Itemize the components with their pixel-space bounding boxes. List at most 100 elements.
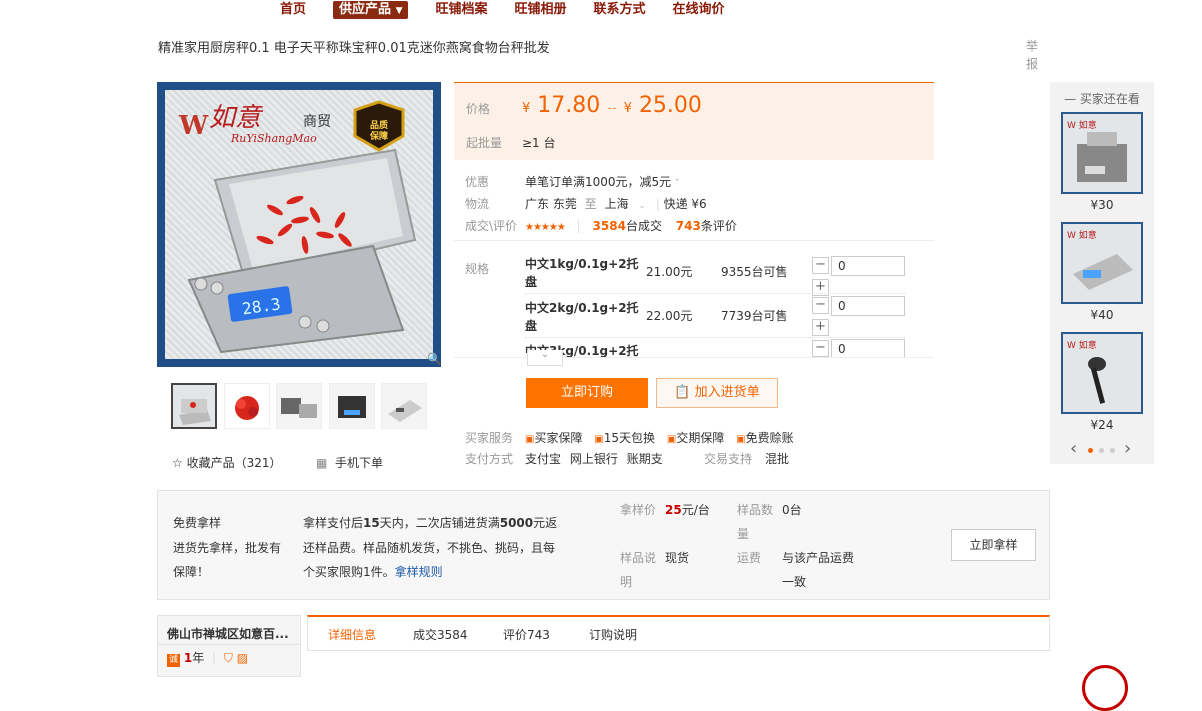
- recommend-price: ¥30: [1090, 198, 1114, 212]
- rule-text: 个买家限购1件。: [303, 565, 395, 579]
- spec-divider: [525, 337, 905, 338]
- recommend-item-3[interactable]: W 如意: [1061, 332, 1143, 414]
- pay-item: 账期支付: [626, 452, 663, 466]
- service-item[interactable]: 免费赊账: [746, 431, 794, 445]
- zoom-icon[interactable]: 🔍: [427, 352, 442, 366]
- add-to-cart-button[interactable]: 📋 加入进货单: [656, 378, 778, 408]
- nav-products[interactable]: 供应产品 ▼: [333, 1, 409, 19]
- tab-order-info[interactable]: 订购说明: [589, 626, 637, 643]
- prev-arrow[interactable]: ‹: [1070, 438, 1077, 459]
- sample-price: 25元/台: [665, 501, 710, 518]
- credit-icon: ▣: [736, 434, 746, 445]
- report-link[interactable]: 举报: [1026, 37, 1040, 73]
- nav-inquiry[interactable]: 在线询价: [673, 0, 725, 20]
- qty-minus-button[interactable]: −: [812, 257, 829, 274]
- qty-minus-button[interactable]: −: [812, 297, 829, 314]
- qty-plus-button[interactable]: +: [812, 319, 829, 336]
- svg-text:W 如意: W 如意: [1067, 119, 1097, 131]
- qty-input[interactable]: 0: [831, 339, 905, 357]
- carousel-dot[interactable]: [1099, 448, 1104, 453]
- service-item[interactable]: 买家保障: [534, 431, 582, 445]
- service-item[interactable]: 交期保障: [676, 431, 724, 445]
- verified-icon: ▨: [236, 651, 249, 665]
- rule-text: 元返: [533, 516, 558, 530]
- pay-label: 支付方式: [465, 452, 514, 466]
- delivery-icon: ▣: [666, 434, 677, 445]
- shop-card: 佛山市禅城区如意百... 诚 1年 | ⛉ ▨: [157, 615, 301, 677]
- thumb-4[interactable]: [329, 383, 375, 429]
- service-item[interactable]: 15天包换: [604, 431, 655, 445]
- chevron-down-icon: ⌄: [540, 349, 550, 360]
- deal-label: 成交\评价: [465, 219, 518, 233]
- divider: [158, 644, 300, 645]
- star-outline-icon: ☆: [172, 456, 183, 470]
- carousel-dot[interactable]: [1088, 448, 1093, 453]
- thumb-3[interactable]: [276, 383, 322, 429]
- buyer-service-list: ▣买家保障 ▣15天包换 ▣交期保障 ▣免费赊账: [525, 429, 794, 446]
- sample-rule-2: 还样品费。样品随机发货，不挑色、挑码，且每: [303, 541, 556, 555]
- tab-deals[interactable]: 成交3584: [413, 626, 468, 643]
- mobile-order-label: 手机下单: [334, 456, 383, 470]
- thumb-4-image: [330, 384, 374, 428]
- exchange-icon: ▣: [594, 434, 604, 445]
- spec-row-3: 中文3kg/0.1g+2托 − 0: [525, 339, 920, 357]
- recommend-item-2[interactable]: W 如意: [1061, 222, 1143, 304]
- svg-text:保障: 保障: [369, 130, 388, 142]
- deals-suffix: 台成交: [625, 219, 662, 233]
- chevron-down-icon: ˇ: [675, 179, 680, 189]
- next-arrow[interactable]: ›: [1124, 438, 1131, 459]
- rule-text: 拿样支付后: [303, 516, 364, 530]
- currency-symbol-2: ¥: [623, 101, 632, 116]
- thumb-1[interactable]: [171, 383, 217, 429]
- nav-archive[interactable]: 旺铺档案: [435, 0, 487, 20]
- sample-freight-value: 与该产品运费: [782, 551, 855, 565]
- reviews-count[interactable]: 743: [676, 219, 701, 233]
- shop-name[interactable]: 佛山市禅城区如意百...: [167, 625, 289, 642]
- thumb-5[interactable]: [381, 383, 427, 429]
- recommend-item-1[interactable]: W 如意: [1061, 112, 1143, 194]
- nav-album[interactable]: 旺铺相册: [515, 0, 567, 20]
- deals-count[interactable]: 3584: [593, 219, 626, 233]
- guarantee-icon: ⛉: [223, 651, 233, 665]
- nav-products-label: 供应产品: [339, 2, 392, 17]
- recommend-price: ¥24: [1090, 418, 1114, 432]
- clipboard-icon: 📋: [674, 385, 691, 400]
- qty-minus-button[interactable]: −: [812, 340, 829, 357]
- tab-reviews[interactable]: 评价743: [503, 626, 550, 643]
- divider: [454, 240, 934, 241]
- sidebar-header-label: 买家还在看: [1079, 92, 1140, 106]
- shop-years-unit: 年: [192, 651, 205, 665]
- mobile-order-button[interactable]: ▦ 手机下单: [316, 454, 383, 471]
- favorite-button[interactable]: ☆ 收藏产品（321）: [172, 454, 282, 471]
- sample-qty-label: 样品数: [737, 503, 774, 517]
- nav-home[interactable]: 首页: [280, 0, 306, 20]
- spec-name: 中文2kg/0.1g+2托盘: [525, 301, 639, 333]
- pay-item: 网上银行: [569, 452, 618, 466]
- spec-stock: 9355台可售: [721, 265, 788, 279]
- tp-icon: 诚: [167, 654, 180, 667]
- product-title: 精准家用厨房秤0.1 电子天平称珠宝秤0.01克迷你燕窝食物台秤批发: [158, 41, 550, 56]
- sample-desc-value: 现货: [665, 551, 690, 565]
- qty-input[interactable]: 0: [831, 256, 905, 276]
- main-product-image[interactable]: W 如意 商贸 RuYiShangMao 品质 保障 28.3: [157, 82, 441, 367]
- sample-price-value: 25: [665, 503, 682, 517]
- logistics-to-select[interactable]: 上海: [605, 197, 629, 211]
- promo-value[interactable]: 单笔订单满1000元，减5元 ˇ: [525, 173, 680, 190]
- sample-rule-link[interactable]: 拿样规则: [395, 565, 443, 579]
- trade-value: 混批: [765, 452, 790, 466]
- spec-list: 中文1kg/0.1g+2托盘 21.00元 9355台可售 − 0 + 中文2k…: [454, 247, 934, 357]
- spec-expand-button[interactable]: ⌄: [527, 350, 563, 366]
- logistics-from: 广东 东莞: [525, 197, 577, 211]
- spec-name: 中文1kg/0.1g+2托盘: [525, 257, 639, 289]
- floating-service-button[interactable]: [1082, 665, 1128, 711]
- nav-contact[interactable]: 联系方式: [594, 0, 646, 20]
- tab-details[interactable]: 详细信息: [328, 626, 376, 643]
- svg-text:RuYiShangMao: RuYiShangMao: [230, 132, 317, 145]
- thumb-2[interactable]: [224, 383, 270, 429]
- pay-item: 支付宝: [525, 452, 562, 466]
- buy-now-button[interactable]: 立即订购: [526, 378, 648, 408]
- qty-input[interactable]: 0: [831, 296, 905, 316]
- carousel-dot[interactable]: [1110, 448, 1115, 453]
- get-sample-button[interactable]: 立即拿样: [951, 529, 1036, 561]
- svg-text:W: W: [178, 111, 209, 141]
